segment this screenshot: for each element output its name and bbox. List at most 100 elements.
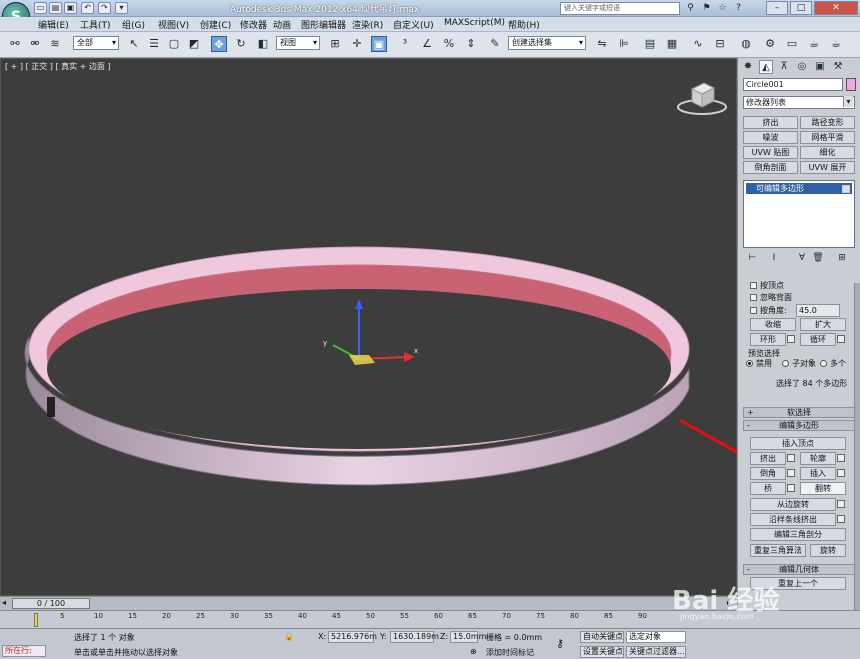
outline-button[interactable]: 轮廓 — [800, 452, 836, 465]
communication-center-icon[interactable]: ⚑ — [700, 2, 713, 14]
layer-manager-icon[interactable]: ▤ — [642, 36, 658, 52]
object-color-swatch[interactable] — [846, 78, 856, 91]
make-unique-icon[interactable]: ∀ — [796, 253, 808, 265]
outline-settings[interactable] — [837, 454, 845, 462]
menu-rendering[interactable]: 渲染(R) — [352, 18, 383, 31]
window-crossing-icon[interactable]: ◩ — [186, 36, 202, 52]
open-file-icon[interactable]: ▤ — [49, 2, 62, 14]
quick-access-dropdown-icon[interactable]: ▾ — [115, 2, 128, 14]
search-binoculars-icon[interactable]: ⚲ — [684, 2, 697, 14]
loop-button[interactable]: 循环 — [800, 333, 836, 346]
graphite-toolbar-icon[interactable]: ▦ — [664, 36, 680, 52]
angle-snap-icon[interactable]: ∠ — [419, 36, 435, 52]
edit-named-selection-icon[interactable]: ✎ — [487, 36, 503, 52]
keyboard-shortcut-override-icon[interactable]: ▣ — [371, 36, 387, 52]
pivot-center-icon[interactable]: ⊞ — [327, 36, 343, 52]
pin-stack-icon[interactable]: ⊢ — [746, 253, 758, 265]
key-filters-button[interactable]: 关键点过滤器... — [626, 646, 686, 658]
modifier-list-dropdown[interactable]: 修改器列表 — [743, 96, 855, 109]
maximize-icon[interactable]: □ — [790, 1, 812, 15]
modifier-button-noise[interactable]: 噪波 — [743, 131, 798, 144]
current-frame-marker[interactable] — [34, 613, 38, 627]
curve-editor-icon[interactable]: ∿ — [690, 36, 706, 52]
select-and-scale-icon[interactable]: ◧ — [255, 36, 271, 52]
time-prev-icon[interactable]: ◂ — [2, 598, 6, 607]
render-iterative-icon[interactable]: ☕ — [828, 36, 844, 52]
extrude-along-spline-settings[interactable] — [837, 515, 845, 523]
material-editor-icon[interactable]: ◍ — [738, 36, 754, 52]
search-input[interactable]: 键入关键字或短语 — [560, 2, 680, 15]
track-bar[interactable]: 5 10 15 20 25 30 35 40 45 50 55 60 65 70… — [0, 610, 860, 628]
modifier-button-extrude[interactable]: 挤出 — [743, 116, 798, 129]
remove-modifier-icon[interactable]: 🗑 — [812, 253, 824, 265]
select-and-link-icon[interactable]: ⚯ — [7, 36, 23, 52]
x-coordinate-field[interactable]: 5216.976m — [328, 631, 377, 643]
named-selection-dropdown[interactable]: 创建选择集 — [508, 36, 586, 50]
bevel-settings[interactable] — [787, 469, 795, 477]
stack-item-editable-poly[interactable]: 可编辑多边形 — [746, 183, 852, 194]
unlink-icon[interactable]: ⚮ — [27, 36, 43, 52]
select-and-rotate-icon[interactable]: ↻ — [233, 36, 249, 52]
flip-button[interactable]: 翻转 — [800, 482, 846, 495]
preview-subobject-radio[interactable] — [782, 360, 789, 367]
menu-modifiers[interactable]: 修改器 — [240, 18, 267, 31]
angle-value-field[interactable]: 45.0 — [796, 304, 840, 317]
menu-animation[interactable]: 动画 — [273, 18, 291, 31]
menu-help[interactable]: 帮助(H) — [508, 18, 540, 31]
edit-triangulation-button[interactable]: 编辑三角剖分 — [750, 528, 846, 541]
modify-tab-icon[interactable]: ◭ — [759, 60, 773, 74]
menu-edit[interactable]: 编辑(E) — [38, 18, 69, 31]
rendered-frame-icon[interactable]: ▭ — [784, 36, 800, 52]
menu-views[interactable]: 视图(V) — [158, 18, 189, 31]
spinner-snap-icon[interactable]: ⇕ — [463, 36, 479, 52]
motion-tab-icon[interactable]: ◎ — [795, 60, 809, 74]
by-angle-checkbox[interactable] — [750, 307, 757, 314]
mirror-icon[interactable]: ⇋ — [594, 36, 610, 52]
menu-customize[interactable]: 自定义(U) — [393, 18, 434, 31]
minimize-icon[interactable]: – — [766, 1, 788, 15]
by-vertex-checkbox[interactable] — [750, 282, 757, 289]
bevel-button[interactable]: 倒角 — [750, 467, 786, 480]
select-object-icon[interactable]: ↖ — [126, 36, 142, 52]
key-icon[interactable]: ⚷ — [556, 637, 564, 650]
render-production-icon[interactable]: ☕ — [806, 36, 822, 52]
modifier-stack[interactable]: 可编辑多边形 — [743, 180, 855, 248]
select-by-name-icon[interactable]: ☰ — [146, 36, 162, 52]
bind-space-warp-icon[interactable]: ≋ — [47, 36, 63, 52]
grow-button[interactable]: 扩大 — [800, 318, 846, 331]
menu-graph-editors[interactable]: 图形编辑器 — [301, 18, 346, 31]
ring-object[interactable]: x y — [1, 59, 736, 595]
modifier-button-path-deform[interactable]: 路径变形 — [800, 116, 855, 129]
snaps-toggle-icon[interactable]: ³ — [397, 36, 413, 52]
new-file-icon[interactable]: ▭ — [34, 2, 47, 14]
auto-key-button[interactable]: 自动关键点 — [580, 631, 624, 643]
maxscript-listener-field[interactable]: 所在行: — [2, 645, 46, 657]
help-icon[interactable]: ? — [732, 2, 745, 14]
preview-disabled-radio[interactable] — [746, 360, 753, 367]
edit-polygons-rollout[interactable]: - 编辑多边形 — [743, 420, 855, 431]
edit-geometry-rollout[interactable]: - 编辑几何体 — [743, 564, 855, 575]
hinge-settings[interactable] — [837, 500, 845, 508]
extrude-button[interactable]: 挤出 — [750, 452, 786, 465]
repeat-last-button[interactable]: 重复上一个 — [750, 577, 846, 590]
display-tab-icon[interactable]: ▣ — [813, 60, 827, 74]
undo-icon[interactable]: ↶ — [81, 2, 94, 14]
insert-vertex-button[interactable]: 插入顶点 — [750, 437, 846, 450]
menu-group[interactable]: 组(G) — [122, 18, 145, 31]
extrude-along-spline-button[interactable]: 沿样条线挤出 — [750, 513, 836, 526]
reference-coord-dropdown[interactable]: 视图 — [276, 36, 320, 50]
menu-maxscript[interactable]: MAXScript(M) — [444, 18, 505, 28]
selection-filter-dropdown[interactable]: 全部 — [73, 36, 119, 50]
create-tab-icon[interactable]: ✸ — [741, 60, 755, 74]
modifier-button-meshsmooth[interactable]: 网格平滑 — [800, 131, 855, 144]
selected-object-dropdown[interactable]: 选定对象 — [626, 631, 686, 643]
schematic-view-icon[interactable]: ⊟ — [712, 36, 728, 52]
select-manipulate-icon[interactable]: ✛ — [349, 36, 365, 52]
shrink-button[interactable]: 收缩 — [750, 318, 796, 331]
favorites-star-icon[interactable]: ☆ — [716, 2, 729, 14]
y-coordinate-field[interactable]: 1630.189m — [390, 631, 439, 643]
time-slider[interactable]: 0 / 100 — [12, 598, 90, 609]
add-time-tag-text[interactable]: 添加时间标记 — [486, 647, 534, 658]
menu-tools[interactable]: 工具(T) — [80, 18, 111, 31]
ring-button[interactable]: 环形 — [750, 333, 786, 346]
